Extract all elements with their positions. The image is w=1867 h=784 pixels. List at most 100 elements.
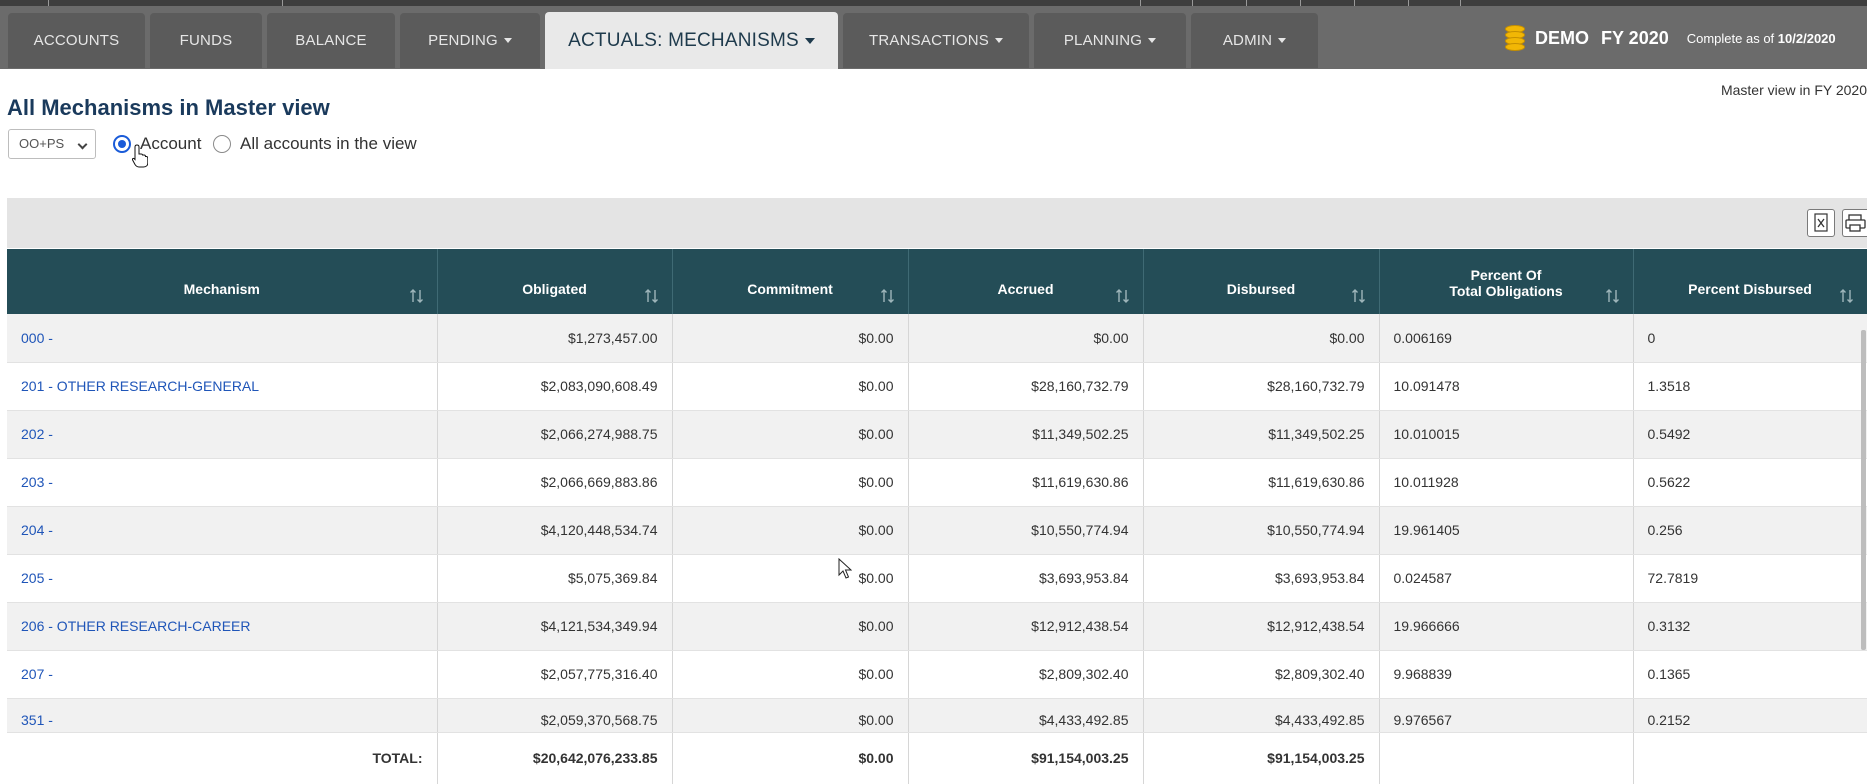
sort-icon[interactable]: [1115, 288, 1131, 304]
table-row: 203 - $2,066,669,883.86 $0.00 $11,619,63…: [7, 458, 1867, 507]
table-toolbar: [7, 198, 1867, 248]
cell-percent-total: 19.966666: [1379, 602, 1634, 651]
cell-commitment: $0.00: [672, 314, 909, 363]
hand-cursor-icon: [132, 144, 148, 168]
col-header-commitment[interactable]: Commitment: [672, 249, 909, 314]
sort-icon[interactable]: [1351, 288, 1367, 304]
col-header-label: Percent Disbursed: [1688, 280, 1812, 297]
cell-accrued: $10,550,774.94: [908, 506, 1144, 555]
cell-commitment: $0.00: [672, 602, 909, 651]
cell-disbursed: $2,809,302.40: [1143, 650, 1380, 699]
cell-disbursed: $0.00: [1143, 314, 1380, 363]
table-row: 207 - $2,057,775,316.40 $0.00 $2,809,302…: [7, 650, 1867, 699]
tab-pending-label: PENDING: [428, 32, 498, 49]
cell-percent-disbursed: 1.3518: [1633, 362, 1867, 411]
cell-accrued: $0.00: [908, 314, 1144, 363]
cell-disbursed: $4,433,492.85: [1143, 698, 1380, 733]
col-header-disbursed[interactable]: Disbursed: [1143, 249, 1380, 314]
cell-percent-disbursed: 0.1365: [1633, 650, 1867, 699]
tab-transactions[interactable]: TRANSACTIONS: [843, 13, 1029, 68]
complete-date: 10/2/2020: [1777, 30, 1836, 46]
table-row: 202 - $2,066,274,988.75 $0.00 $11,349,50…: [7, 410, 1867, 459]
col-header-obligated[interactable]: Obligated: [437, 249, 673, 314]
chevron-down-icon: [804, 37, 815, 44]
table-scrollbar[interactable]: [1861, 330, 1866, 650]
sort-icon[interactable]: [1839, 288, 1855, 304]
sort-icon[interactable]: [1605, 288, 1621, 304]
tab-actuals-mechanisms[interactable]: ACTUALS: MECHANISMS: [545, 12, 838, 69]
mechanism-link[interactable]: 204 -: [7, 506, 438, 555]
radio-all-accounts-label[interactable]: All accounts in the view: [240, 134, 417, 154]
mechanism-link[interactable]: 000 -: [7, 314, 438, 363]
tab-funds[interactable]: FUNDS: [150, 13, 262, 68]
chevron-down-icon: [77, 139, 88, 150]
mechanism-link[interactable]: 203 -: [7, 458, 438, 507]
col-header-label: Mechanism: [183, 280, 260, 297]
tab-balance[interactable]: BALANCE: [267, 13, 395, 68]
mechanism-link[interactable]: 206 - OTHER RESEARCH-CAREER: [7, 602, 438, 651]
cell-obligated: $2,066,669,883.86: [437, 458, 673, 507]
cell-percent-disbursed: 0: [1633, 314, 1867, 363]
total-percent-total: [1379, 731, 1634, 784]
cell-accrued: $11,619,630.86: [908, 458, 1144, 507]
cell-percent-disbursed: 0.256: [1633, 506, 1867, 555]
cell-accrued: $4,433,492.85: [908, 698, 1144, 733]
total-obligated: $20,642,076,233.85: [437, 731, 673, 784]
cell-commitment: $0.00: [672, 458, 909, 507]
tab-accounts[interactable]: ACCOUNTS: [8, 13, 145, 68]
cell-percent-total: 9.968839: [1379, 650, 1634, 699]
radio-all-accounts[interactable]: [213, 135, 231, 153]
print-button[interactable]: [1842, 209, 1867, 237]
table-row: 201 - OTHER RESEARCH-GENERAL $2,083,090,…: [7, 362, 1867, 411]
cell-accrued: $12,912,438.54: [908, 602, 1144, 651]
sort-icon[interactable]: [644, 288, 660, 304]
chevron-down-icon: [1278, 38, 1287, 43]
total-accrued: $91,154,003.25: [908, 731, 1144, 784]
cell-disbursed: $11,619,630.86: [1143, 458, 1380, 507]
table-row: 204 - $4,120,448,534.74 $0.00 $10,550,77…: [7, 506, 1867, 555]
cell-percent-disbursed: 0.5622: [1633, 458, 1867, 507]
status-area: DEMO FY 2020 Complete as of 10/2/2020: [1505, 24, 1836, 52]
cell-accrued: $3,693,953.84: [908, 554, 1144, 603]
mechanism-link[interactable]: 202 -: [7, 410, 438, 459]
cell-disbursed: $12,912,438.54: [1143, 602, 1380, 651]
complete-prefix: Complete as of: [1686, 30, 1775, 46]
cell-percent-total: 10.010015: [1379, 410, 1634, 459]
tab-planning[interactable]: PLANNING: [1034, 13, 1186, 68]
col-header-accrued[interactable]: Accrued: [908, 249, 1144, 314]
tab-funds-label: FUNDS: [179, 32, 233, 49]
mechanism-link[interactable]: 351 -: [7, 698, 438, 733]
cell-percent-total: 10.091478: [1379, 362, 1634, 411]
sort-icon[interactable]: [409, 288, 425, 304]
col-header-label: Obligated: [522, 280, 587, 297]
cell-obligated: $2,066,274,988.75: [437, 410, 673, 459]
cell-percent-disbursed: 0.5492: [1633, 410, 1867, 459]
cell-percent-disbursed: 0.3132: [1633, 602, 1867, 651]
radio-account-label[interactable]: Account: [140, 134, 201, 154]
cell-accrued: $28,160,732.79: [908, 362, 1144, 411]
excel-icon: [1814, 213, 1828, 232]
mechanism-link[interactable]: 207 -: [7, 650, 438, 699]
cell-commitment: $0.00: [672, 554, 909, 603]
col-header-percent-disbursed[interactable]: Percent Disbursed: [1633, 249, 1867, 314]
chevron-down-icon: [994, 38, 1003, 43]
total-commitment: $0.00: [672, 731, 909, 784]
mechanism-link[interactable]: 205 -: [7, 554, 438, 603]
col-header-label: Disbursed: [1226, 280, 1296, 297]
sort-icon[interactable]: [880, 288, 896, 304]
col-header-mechanism[interactable]: Mechanism: [7, 249, 438, 314]
chevron-down-icon: [503, 38, 512, 43]
tab-pending[interactable]: PENDING: [400, 13, 540, 68]
table-header-row: Mechanism Obligated Commitment Accrued D…: [7, 249, 1867, 314]
col-header-percent-of-total[interactable]: Percent Of Total Obligations: [1379, 249, 1634, 314]
export-excel-button[interactable]: [1807, 209, 1835, 237]
cell-accrued: $11,349,502.25: [908, 410, 1144, 459]
tab-admin[interactable]: ADMIN: [1191, 13, 1318, 68]
cell-disbursed: $28,160,732.79: [1143, 362, 1380, 411]
radio-account[interactable]: [113, 135, 131, 153]
demo-label: DEMO: [1535, 27, 1589, 48]
mechanism-link[interactable]: 201 - OTHER RESEARCH-GENERAL: [7, 362, 438, 411]
complete-as-of: Complete as of 10/2/2020: [1687, 31, 1836, 46]
oops-select[interactable]: OO+PS: [8, 129, 96, 159]
chevron-down-icon: [1148, 38, 1157, 43]
